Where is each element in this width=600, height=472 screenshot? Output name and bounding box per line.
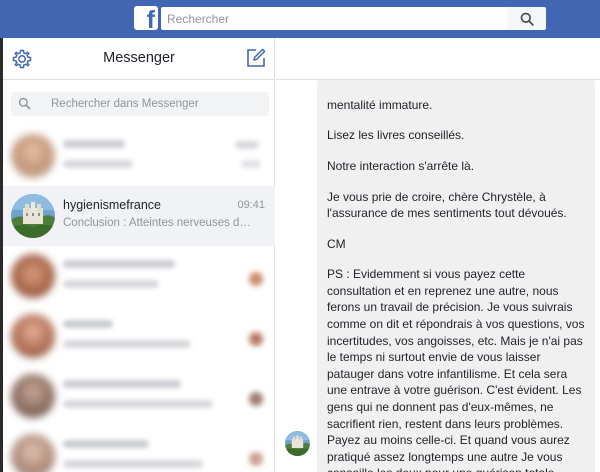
- conversation-time: 09:41: [237, 199, 265, 211]
- chat-header: [276, 38, 600, 80]
- message-paragraph: mentalité immature.: [327, 97, 433, 112]
- avatar: [11, 194, 55, 238]
- facebook-search-input[interactable]: [161, 7, 507, 30]
- blurred-snippet: [63, 340, 191, 348]
- blurred-snippet: [63, 280, 159, 288]
- conversation-item[interactable]: [3, 246, 275, 306]
- facebook-top-bar: f: [0, 0, 600, 38]
- avatar: [11, 314, 55, 358]
- avatar: [11, 254, 55, 298]
- messenger-search-input[interactable]: [51, 92, 261, 116]
- facebook-logo-letter: f: [146, 6, 155, 34]
- conversation-item[interactable]: [3, 426, 275, 472]
- blurred-read-receipt: [249, 272, 263, 286]
- conversation-name: hygienismefrance: [63, 198, 161, 212]
- messenger-window: f Messenger: [0, 0, 600, 472]
- conversation-item-hygienismefrance[interactable]: hygienismefrance 09:41 Conclusion : Atte…: [3, 186, 275, 246]
- blurred-name: [63, 260, 175, 268]
- messenger-search-box[interactable]: [11, 92, 269, 116]
- facebook-search-box[interactable]: [161, 7, 507, 30]
- avatar: [11, 434, 55, 472]
- message-paragraph: Lisez les livres conseillés.: [327, 128, 465, 143]
- facebook-logo-icon[interactable]: f: [134, 6, 158, 34]
- blurred-snippet: [63, 400, 213, 408]
- message-paragraph: Notre interaction s'arrête là.: [327, 158, 475, 173]
- sidebar-header: Messenger: [3, 38, 275, 80]
- avatar: [11, 134, 55, 178]
- conversation-snippet: Conclusion : Atteintes nerveuses du...: [63, 217, 251, 229]
- message-paragraph: CM: [327, 236, 346, 251]
- avatar-image: [285, 431, 310, 456]
- blurred-time: [241, 160, 261, 168]
- blurred-read-receipt: [249, 332, 263, 346]
- blurred-time: [235, 141, 259, 149]
- message-text: mentalité immature. Lisez les livres con…: [327, 97, 587, 472]
- conversation-sidebar: Messenger Rechercher dans Messenger hygi…: [3, 38, 275, 472]
- avatar: [11, 374, 55, 418]
- blurred-name: [63, 380, 181, 388]
- search-icon: [18, 97, 31, 110]
- blurred-read-receipt: [249, 392, 263, 406]
- chat-panel: mentalité immature. Lisez les livres con…: [276, 38, 600, 472]
- conversation-item[interactable]: [3, 366, 275, 426]
- conversation-item[interactable]: [3, 306, 275, 366]
- blurred-snippet: [63, 160, 133, 168]
- blurred-name: [63, 140, 125, 148]
- search-icon: [520, 12, 534, 26]
- message-paragraph: PS : Evidemment si vous payez cette cons…: [327, 267, 585, 472]
- message-bubble[interactable]: mentalité immature. Lisez les livres con…: [317, 68, 595, 472]
- sender-avatar: [285, 431, 310, 456]
- blurred-snippet: [63, 460, 203, 468]
- new-message-button[interactable]: [245, 47, 267, 69]
- conversation-list: hygienismefrance 09:41 Conclusion : Atte…: [3, 126, 275, 472]
- blurred-read-receipt: [249, 452, 263, 466]
- blurred-name: [63, 440, 149, 448]
- facebook-search-button[interactable]: [507, 7, 546, 30]
- conversation-item[interactable]: [3, 126, 275, 186]
- blurred-name: [63, 320, 113, 328]
- sidebar-title: Messenger: [103, 50, 175, 66]
- message-paragraph: Je vous prie de croire, chère Chrystèle,…: [327, 189, 567, 221]
- compose-icon: [247, 48, 266, 67]
- avatar-image: [11, 194, 55, 238]
